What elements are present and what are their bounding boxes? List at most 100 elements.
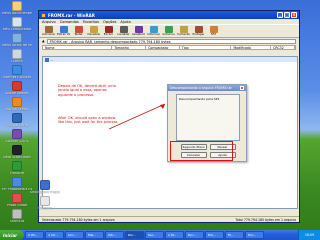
toolbar-label: SFX [210, 33, 217, 36]
toolbar-icon [179, 26, 188, 33]
menu-item[interactable]: Arquivo [42, 20, 56, 24]
menu-item[interactable]: Ajuda [120, 20, 130, 24]
address-field[interactable]: FROMX.rar - Arquivo RAR, tamanho descomp… [46, 38, 296, 44]
app-icon [12, 113, 22, 123]
toolbar-label: Assistente [132, 33, 145, 36]
desktop-icon-label: Alcohol 120% [5, 140, 29, 143]
toolbar-button[interactable]: Excluir [102, 26, 115, 38]
taskbar-item[interactable]: Edi... [205, 231, 224, 239]
toolbar-icon [44, 26, 53, 33]
desktop-icons: Meus documentos Meu computador Meus locais… [0, 0, 34, 228]
taskbar-item[interactable]: 2 Wi... [25, 231, 44, 239]
file-name: .. [51, 57, 54, 62]
menu-item[interactable]: Comandos [60, 20, 79, 24]
desktop-icon-label: Nero StartSmart [3, 156, 31, 159]
desktop-icon-label: Solitaire [38, 207, 52, 210]
taskbar-item[interactable]: Hor... [245, 231, 264, 239]
start-button[interactable]: Iniciar [0, 230, 24, 240]
annotation-arrow-icon [108, 103, 166, 130]
app-icon [40, 196, 50, 206]
app-icon [12, 209, 22, 219]
column-header[interactable]: Tipo [180, 46, 232, 49]
toolbar-button[interactable]: Localizar [117, 26, 130, 38]
taskbar-item[interactable]: 2 W... [165, 231, 184, 239]
desktop-icon-label: Shortcut [9, 220, 25, 223]
app-icon [12, 65, 22, 75]
desktop-icon-label: Meus locais de rede [2, 44, 32, 47]
toolbar-icon [104, 26, 113, 33]
desktop-icon[interactable]: Shortcut [2, 209, 32, 229]
toolbar-button[interactable]: Extrair Para [57, 26, 70, 38]
toolbar-icon [89, 26, 98, 33]
progress-text: Descompactando para SP1 [179, 97, 220, 101]
taskbar-item[interactable]: Doc... [185, 231, 204, 239]
toolbar: AdicionarExtrair Para Testar VisualizarExc… [39, 24, 299, 38]
toolbar-icon [149, 26, 158, 33]
toolbar-icon [194, 26, 203, 33]
desktop-icon-label: Adobe Reader [5, 92, 29, 95]
up-folder-icon[interactable]: ▲ [42, 39, 45, 43]
taskbar-item[interactable]: Sel... [145, 231, 164, 239]
toolbar-label: Localizar [117, 33, 130, 36]
desktop-icon-label: Meus documentos [2, 12, 32, 15]
column-header[interactable]: Nome [43, 46, 113, 49]
toolbar-label: Comentário [177, 33, 190, 36]
app-icon [12, 161, 22, 171]
column-header[interactable]: Compactado [146, 46, 180, 49]
window-title: FROMX.rar - WinRAR [48, 12, 95, 18]
toolbar-button[interactable]: Visualizar [87, 26, 100, 38]
app-icon [12, 1, 22, 11]
dialog-close-icon[interactable] [240, 86, 244, 90]
start-label: Iniciar [3, 232, 18, 238]
system-tray: 16:09 [298, 230, 320, 240]
dialog-title-bar[interactable]: Descompactando o arquivo FROMX.rar [168, 85, 246, 91]
toolbar-label: Informações [147, 33, 160, 36]
toolbar-button[interactable]: Adicionar [42, 26, 55, 38]
column-headers: Nome Tamanho Compactado Tipo Modificado CRC32 [42, 45, 296, 50]
taskbar-item[interactable]: Lim... [65, 231, 84, 239]
progress-panel: Descompactando para SP1 [176, 94, 240, 141]
taskbar: Iniciar 2 Wi... 4 Int... Lim... Mal... Ultr.… [0, 230, 320, 240]
app-icon [12, 129, 22, 139]
taskbar-item[interactable]: Mal... [85, 231, 104, 239]
toolbar-button[interactable]: Antivírus [162, 26, 175, 38]
app-icon [12, 145, 22, 155]
list-item[interactable]: .. [43, 57, 297, 62]
toolbar-button[interactable]: Testar [72, 26, 85, 38]
app-icon [40, 180, 50, 190]
desktop-icon-label: Photo Editor [6, 204, 28, 207]
column-header[interactable]: Modificado [231, 46, 272, 49]
column-header[interactable]: CRC32 [271, 46, 295, 49]
taskbar-item[interactable]: Rar... [125, 231, 144, 239]
toolbar-button[interactable]: Comentário [177, 26, 190, 38]
toolbar-icon [74, 26, 83, 33]
toolbar-label: Extrair Para [57, 33, 70, 36]
desktop-icon[interactable]: Solitaire [30, 196, 60, 216]
toolbar-icon [59, 26, 68, 33]
column-header[interactable]: Tamanho [112, 46, 147, 49]
maximize-button[interactable]: □ [284, 12, 290, 18]
winrar-icon [41, 12, 46, 18]
toolbar-button[interactable]: SFX [207, 26, 220, 38]
toolbar-label: Testar [74, 33, 83, 36]
menu-item[interactable]: Favoritos [83, 20, 99, 24]
toolbar-button[interactable]: Informações [147, 26, 160, 38]
folder-up-icon [45, 57, 49, 62]
taskbar-item[interactable]: Ultr... [105, 231, 124, 239]
taskbar-item[interactable]: Fil... [225, 231, 244, 239]
toolbar-icon [119, 26, 128, 33]
toolbar-button[interactable]: Assistente [132, 26, 145, 38]
clock[interactable]: 16:09 [305, 233, 314, 237]
taskbar-item[interactable]: 4 Int... [45, 231, 64, 239]
menu-item[interactable]: Opções [103, 20, 116, 24]
desktop-icon-label: HP Photosmart Essential [2, 188, 32, 191]
title-bar[interactable]: FROMX.rar - WinRAR _ □ × [39, 11, 299, 19]
app-icon [12, 177, 22, 187]
toolbar-icon [164, 26, 173, 33]
minimize-button[interactable]: _ [277, 12, 283, 18]
toolbar-label: Excluir [103, 33, 114, 36]
highlight-frame [170, 141, 233, 161]
toolbar-button[interactable]: Proteger [192, 26, 205, 38]
desktop-icon-label: Meu computador [2, 28, 32, 31]
close-button[interactable]: × [291, 12, 297, 18]
